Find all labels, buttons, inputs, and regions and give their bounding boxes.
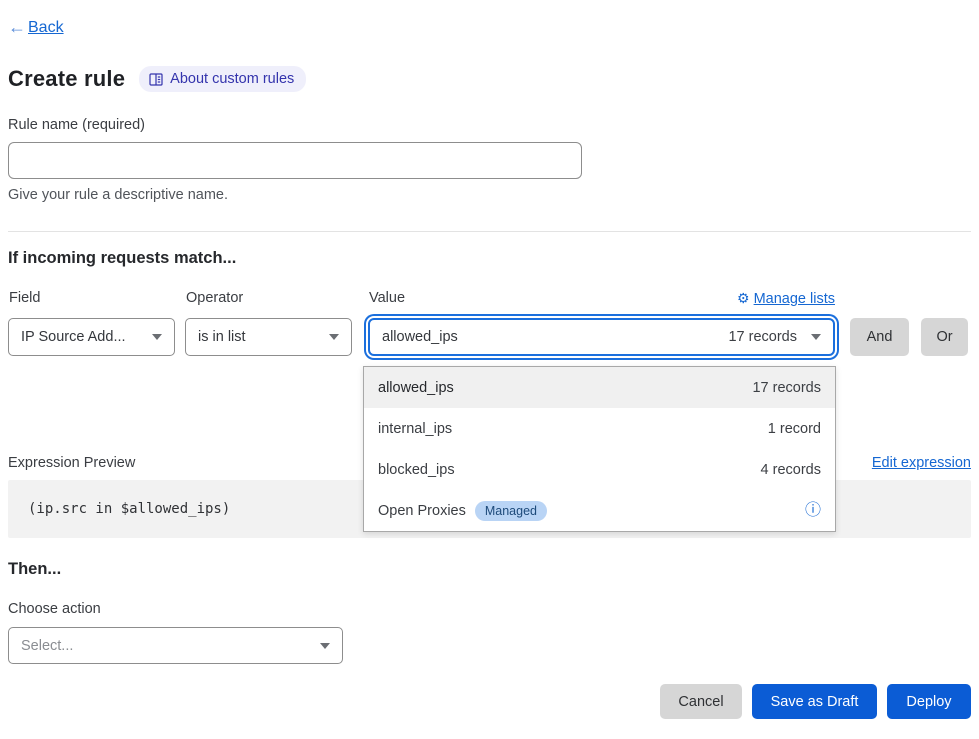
list-name: allowed_ips [378, 380, 454, 396]
field-select-value: IP Source Add... [21, 329, 152, 345]
value-select-record-count: 17 records [728, 329, 797, 345]
record-count: 4 records [761, 462, 821, 478]
then-section-heading: Then... [8, 560, 61, 579]
back-arrow-icon: ← [8, 17, 26, 38]
choose-action-label: Choose action [8, 601, 101, 617]
dropdown-option-allowed-ips[interactable]: allowed_ips 17 records [364, 367, 835, 408]
info-icon[interactable]: ⓘ [805, 503, 821, 519]
field-select[interactable]: IP Source Add... [8, 318, 175, 356]
page-title: Create rule [8, 66, 125, 92]
rule-name-input[interactable] [8, 142, 582, 179]
or-button[interactable]: Or [921, 318, 968, 356]
dropdown-option-blocked-ips[interactable]: blocked_ips 4 records [364, 449, 835, 490]
section-divider [8, 231, 971, 232]
record-count: 1 record [768, 421, 821, 437]
expression-code: (ip.src in $allowed_ips) [28, 501, 230, 517]
chevron-down-icon [152, 334, 162, 340]
rule-name-label: Rule name (required) [8, 117, 145, 133]
create-rule-page: ←Back Create rule About custom rules Rul… [0, 0, 979, 739]
dropdown-option-internal-ips[interactable]: internal_ips 1 record [364, 408, 835, 449]
rule-name-helper: Give your rule a descriptive name. [8, 187, 228, 203]
operator-select[interactable]: is in list [185, 318, 352, 356]
expression-preview-label: Expression Preview [8, 455, 135, 471]
record-count: 17 records [752, 380, 821, 396]
value-dropdown-panel: allowed_ips 17 records internal_ips 1 re… [363, 366, 836, 532]
list-name: Open Proxies [378, 503, 466, 519]
match-section-heading: If incoming requests match... [8, 249, 236, 268]
manage-lists-link[interactable]: ⚙Manage lists [368, 290, 835, 307]
back-link[interactable]: ←Back [8, 17, 64, 38]
field-label: Field [9, 290, 40, 306]
dropdown-option-open-proxies[interactable]: Open Proxies Managed ⓘ [364, 490, 835, 531]
save-as-draft-button[interactable]: Save as Draft [752, 684, 877, 719]
gear-icon: ⚙ [737, 290, 750, 306]
about-custom-rules-label: About custom rules [170, 71, 294, 87]
chevron-down-icon [811, 334, 821, 340]
operator-select-value: is in list [198, 329, 329, 345]
value-select[interactable]: allowed_ips 17 records [368, 318, 835, 356]
list-name: internal_ips [378, 421, 452, 437]
action-select[interactable]: Select... [8, 627, 343, 664]
manage-lists-label: Manage lists [754, 291, 835, 307]
operator-label: Operator [186, 290, 243, 306]
value-select-value: allowed_ips [382, 329, 728, 345]
list-name: blocked_ips [378, 462, 455, 478]
chevron-down-icon [329, 334, 339, 340]
managed-badge: Managed [475, 501, 547, 521]
book-icon [149, 73, 163, 86]
and-button[interactable]: And [850, 318, 909, 356]
action-select-placeholder: Select... [21, 638, 320, 654]
cancel-button[interactable]: Cancel [660, 684, 742, 719]
deploy-button[interactable]: Deploy [887, 684, 971, 719]
about-custom-rules-link[interactable]: About custom rules [139, 66, 306, 92]
back-label: Back [28, 19, 64, 37]
chevron-down-icon [320, 643, 330, 649]
title-row: Create rule About custom rules [8, 66, 306, 92]
